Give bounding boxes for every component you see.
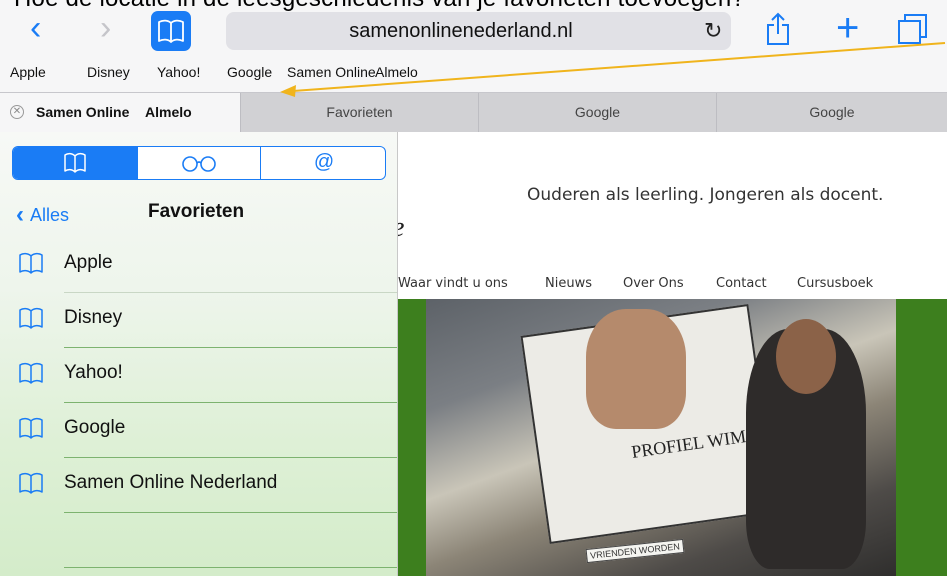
fav-bar-item[interactable]: Almelo bbox=[375, 64, 418, 80]
sidebar-segmented-control: @ bbox=[12, 146, 386, 180]
list-item-label: Yahoo! bbox=[64, 362, 123, 383]
address-bar[interactable]: samenonlinenederland.nl ↻ bbox=[226, 12, 731, 50]
book-icon bbox=[158, 19, 184, 43]
tab-label: Samen Online bbox=[36, 104, 130, 120]
fav-bar-item[interactable]: Samen Online bbox=[287, 64, 376, 80]
tab-strip: ✕ Samen Online Almelo Favorieten Google … bbox=[0, 92, 947, 132]
hero-photo: PROFIEL WIM VRIENDEN WORDEN bbox=[426, 299, 896, 576]
fav-bar-item[interactable]: Disney bbox=[87, 64, 130, 80]
segment-shared-links[interactable]: @ bbox=[261, 147, 385, 179]
url-text: samenonlinenederland.nl bbox=[349, 20, 573, 42]
book-icon bbox=[19, 417, 43, 439]
list-item-label: Samen Online Nederland bbox=[64, 472, 278, 493]
site-tagline: Ouderen als leerling. Jongeren als docen… bbox=[527, 185, 884, 205]
book-icon bbox=[19, 252, 43, 274]
at-icon: @ bbox=[313, 151, 335, 173]
chevron-left-icon: ‹ bbox=[16, 201, 24, 228]
list-item[interactable]: Samen Online Nederland bbox=[0, 458, 397, 513]
caption-text: Hoe de locatie in de leesgeschiedenis va… bbox=[0, 0, 947, 15]
tab-active[interactable]: ✕ Samen Online Almelo bbox=[0, 93, 240, 132]
hero-note-text: VRIENDEN WORDEN bbox=[585, 538, 685, 564]
list-item-label: Google bbox=[64, 417, 126, 438]
list-item-label: Disney bbox=[64, 307, 123, 328]
sidebar-title: Favorieten bbox=[148, 201, 245, 222]
site-nav-link[interactable]: Cursusboek bbox=[797, 276, 873, 291]
site-nav-link[interactable]: Nieuws bbox=[545, 276, 592, 291]
list-item[interactable]: Google bbox=[0, 403, 397, 458]
list-item[interactable]: Disney bbox=[0, 293, 397, 348]
webpage-content: Ouderen als leerling. Jongeren als docen… bbox=[398, 132, 947, 576]
book-icon bbox=[19, 472, 43, 494]
fav-bar-item[interactable]: Google bbox=[227, 64, 272, 80]
tab-label: Almelo bbox=[145, 104, 192, 120]
list-item[interactable]: Apple bbox=[0, 238, 397, 293]
back-icon[interactable]: ‹ bbox=[30, 11, 41, 45]
favorites-bar: Apple Disney Yahoo! Google Samen Online … bbox=[0, 58, 947, 92]
bookmarks-button[interactable] bbox=[151, 11, 191, 51]
older-man-figure bbox=[586, 309, 686, 429]
site-logo-fragment: e bbox=[398, 212, 404, 244]
book-icon bbox=[19, 362, 43, 384]
list-item-label: Apple bbox=[64, 252, 113, 273]
hero-banner: PROFIEL WIM VRIENDEN WORDEN bbox=[398, 299, 947, 576]
favorites-list: Apple Disney Yahoo! Google Samen Online … bbox=[0, 238, 397, 568]
list-item-empty bbox=[0, 513, 397, 568]
back-all-label: Alles bbox=[30, 205, 70, 225]
share-icon[interactable] bbox=[765, 12, 791, 51]
book-icon bbox=[19, 307, 43, 329]
fav-bar-item[interactable]: Yahoo! bbox=[157, 64, 200, 80]
segment-reading-list[interactable] bbox=[138, 147, 260, 179]
fav-bar-item[interactable]: Apple bbox=[10, 64, 46, 80]
tab-google[interactable]: Google bbox=[716, 93, 947, 132]
tab-favorieten[interactable]: Favorieten bbox=[240, 93, 478, 132]
tabs-overview-icon[interactable] bbox=[897, 12, 929, 51]
site-nav-link[interactable]: Over Ons bbox=[623, 276, 684, 291]
tab-google[interactable]: Google bbox=[478, 93, 716, 132]
sidebar-nav-header: ‹ Alles Favorieten bbox=[0, 196, 397, 228]
segment-bookmarks[interactable] bbox=[13, 147, 137, 179]
forward-icon[interactable]: › bbox=[100, 11, 111, 45]
list-item[interactable]: Yahoo! bbox=[0, 348, 397, 403]
site-nav-link[interactable]: Contact bbox=[716, 276, 767, 291]
young-man-head bbox=[776, 319, 836, 394]
close-tab-icon[interactable]: ✕ bbox=[10, 105, 24, 119]
bookmarks-sidebar: @ ‹ Alles Favorieten Apple Disney Yahoo! … bbox=[0, 132, 398, 576]
row-divider bbox=[64, 567, 397, 568]
glasses-icon bbox=[182, 156, 216, 172]
book-icon bbox=[64, 152, 86, 173]
reload-icon[interactable]: ↻ bbox=[704, 18, 722, 44]
back-all-button[interactable]: ‹ Alles bbox=[16, 200, 69, 228]
site-nav-link[interactable]: Waar vindt u ons bbox=[398, 276, 508, 291]
